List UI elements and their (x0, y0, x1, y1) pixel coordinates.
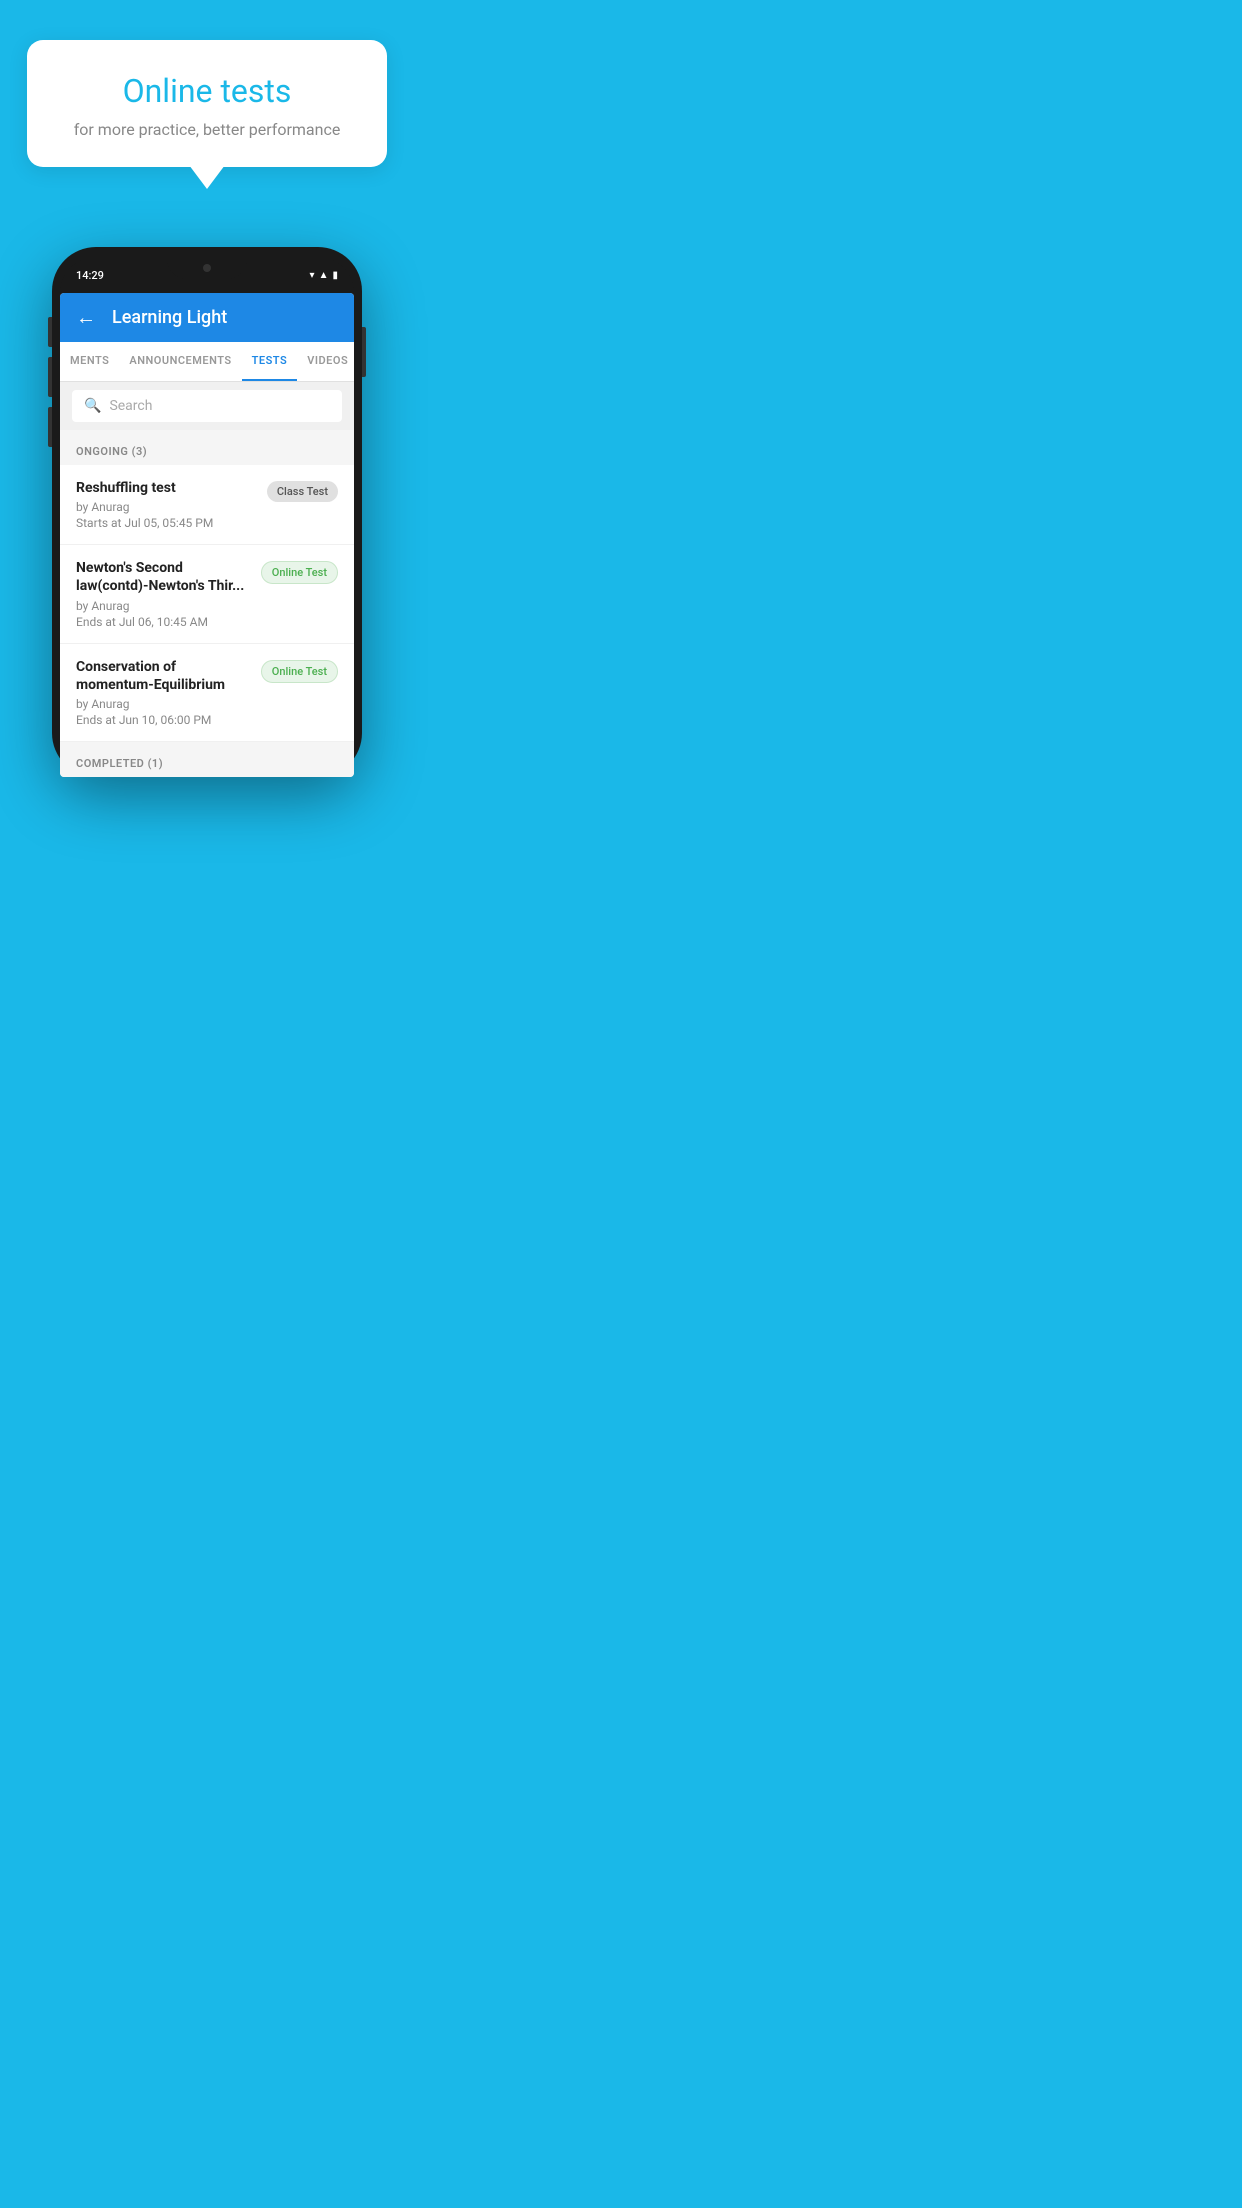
test-list: Reshuffling test by Anurag Starts at Jul… (60, 465, 354, 742)
completed-section-title: COMPLETED (1) (76, 757, 163, 770)
volume-down-button (48, 357, 52, 397)
phone-wrapper: 14:29 ▾ ▲ ▮ ← Learning Light MENTS ANNOU… (0, 247, 414, 777)
search-input[interactable]: Search (109, 398, 152, 414)
test-date-2: Ends at Jul 06, 10:45 AM (76, 615, 251, 629)
battery-icon: ▮ (332, 270, 338, 281)
test-author-2: by Anurag (76, 599, 251, 613)
app-header: ← Learning Light (60, 293, 354, 342)
test-badge-2: Online Test (261, 561, 338, 584)
test-author-1: by Anurag (76, 500, 257, 514)
test-info-2: Newton's Second law(contd)-Newton's Thir… (76, 559, 251, 628)
phone-screen: ← Learning Light MENTS ANNOUNCEMENTS TES… (60, 293, 354, 777)
test-author-3: by Anurag (76, 697, 251, 711)
test-date-1: Starts at Jul 05, 05:45 PM (76, 516, 257, 530)
status-time: 14:29 (76, 269, 104, 282)
power-button (362, 327, 366, 377)
tab-announcements[interactable]: ANNOUNCEMENTS (119, 342, 241, 381)
test-item-2[interactable]: Newton's Second law(contd)-Newton's Thir… (60, 545, 354, 643)
test-badge-1: Class Test (267, 481, 338, 502)
phone-device: 14:29 ▾ ▲ ▮ ← Learning Light MENTS ANNOU… (52, 247, 362, 777)
test-name-1: Reshuffling test (76, 479, 257, 497)
signal-icon: ▲ (319, 270, 329, 281)
test-info-1: Reshuffling test by Anurag Starts at Jul… (76, 479, 257, 530)
tab-bar: MENTS ANNOUNCEMENTS TESTS VIDEOS (60, 342, 354, 382)
test-name-3: Conservation of momentum-Equilibrium (76, 658, 251, 694)
test-item-1[interactable]: Reshuffling test by Anurag Starts at Jul… (60, 465, 354, 545)
tab-videos[interactable]: VIDEOS (297, 342, 354, 381)
search-input-wrapper[interactable]: 🔍 Search (72, 390, 342, 422)
volume-up-button (48, 317, 52, 347)
search-bar: 🔍 Search (60, 382, 354, 430)
app-title: Learning Light (112, 307, 227, 328)
wifi-icon: ▾ (310, 270, 315, 281)
phone-status-bar: 14:29 ▾ ▲ ▮ (60, 257, 354, 293)
phone-notch (167, 257, 247, 279)
speech-bubble: Online tests for more practice, better p… (27, 40, 387, 167)
silent-button (48, 407, 52, 447)
test-name-2: Newton's Second law(contd)-Newton's Thir… (76, 559, 251, 595)
test-info-3: Conservation of momentum-Equilibrium by … (76, 658, 251, 727)
bubble-title: Online tests (51, 72, 363, 110)
test-badge-3: Online Test (261, 660, 338, 683)
ongoing-section-header: ONGOING (3) (60, 430, 354, 465)
search-icon: 🔍 (84, 398, 101, 414)
front-camera (203, 264, 211, 272)
bubble-area: Online tests for more practice, better p… (0, 0, 414, 187)
completed-section-header: COMPLETED (1) (60, 742, 354, 777)
tab-tests[interactable]: TESTS (242, 342, 298, 381)
back-button[interactable]: ← (76, 305, 96, 330)
test-item-3[interactable]: Conservation of momentum-Equilibrium by … (60, 644, 354, 742)
ongoing-section-title: ONGOING (3) (76, 445, 147, 458)
tab-assignments[interactable]: MENTS (60, 342, 119, 381)
bubble-subtitle: for more practice, better performance (51, 120, 363, 139)
test-date-3: Ends at Jun 10, 06:00 PM (76, 713, 251, 727)
status-icons: ▾ ▲ ▮ (310, 270, 338, 281)
